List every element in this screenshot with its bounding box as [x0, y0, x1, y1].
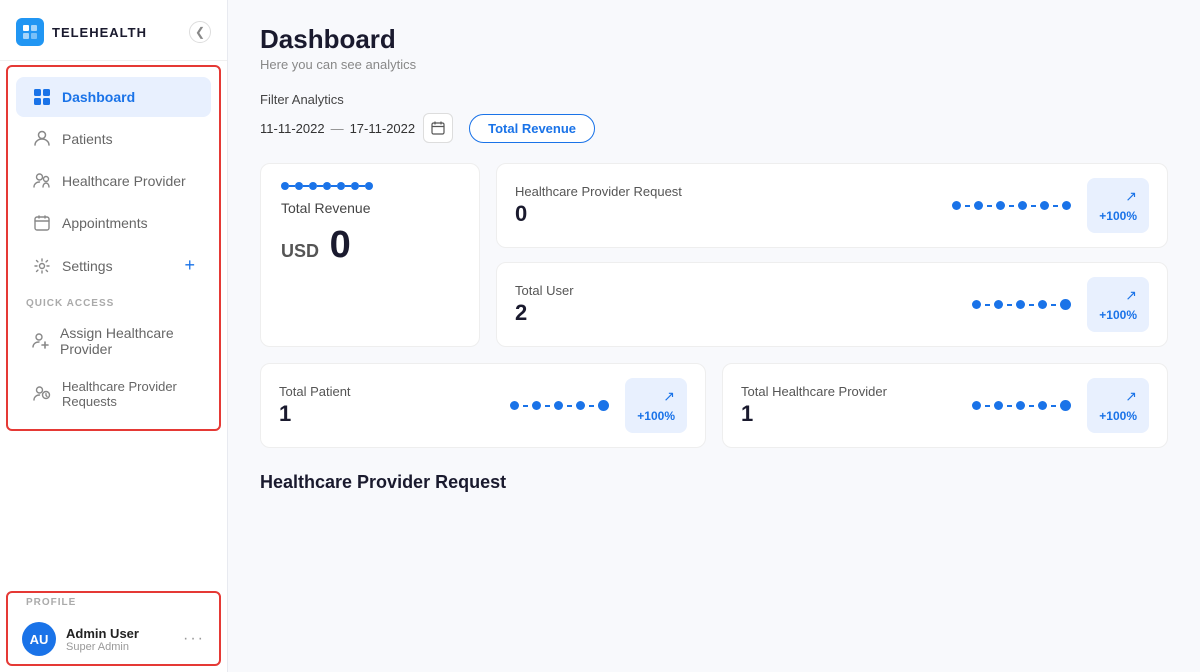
hp-request-value: 0	[515, 201, 940, 227]
sidebar-nav-highlight: Dashboard Patients	[6, 65, 221, 431]
total-user-label: Total User	[515, 283, 960, 298]
hp-request-card: Healthcare Provider Request 0 ↗ +100%	[496, 163, 1168, 248]
assign-hp-icon	[32, 331, 50, 351]
total-user-info: Total User 2	[515, 283, 960, 326]
quick-access-label: QUICK ACCESS	[8, 288, 219, 313]
sidebar-item-dashboard-label: Dashboard	[62, 89, 135, 105]
total-patient-trend-pct: +100%	[637, 409, 675, 423]
total-user-trend-box: ↗ +100%	[1087, 277, 1149, 332]
total-user-card: Total User 2 ↗ +100%	[496, 262, 1168, 347]
sidebar-collapse-button[interactable]: ❮	[189, 21, 211, 43]
profile-role: Super Admin	[66, 641, 173, 653]
total-revenue-card: Total Revenue USD 0	[260, 163, 480, 347]
bottom-section-title: Healthcare Provider Request	[260, 472, 1168, 493]
date-to: 17-11-2022	[350, 121, 416, 136]
settings-add-button[interactable]: +	[184, 255, 195, 276]
sidebar-item-settings-label: Settings	[62, 258, 113, 274]
total-patient-card: Total Patient 1 ↗ +100%	[260, 363, 706, 448]
hp-request-chart	[952, 201, 1071, 210]
hp-request-trend-arrow: ↗	[1125, 188, 1137, 205]
total-patient-info: Total Patient 1	[279, 384, 498, 427]
total-patient-trend-arrow: ↗	[663, 388, 675, 405]
profile-menu-dots[interactable]: ···	[183, 630, 205, 648]
profile-name: Admin User	[66, 626, 173, 641]
filter-bar: Filter Analytics 11-11-2022 — 17-11-2022…	[260, 92, 1168, 143]
sidebar-nav: Dashboard Patients	[8, 67, 219, 429]
calendar-icon-button[interactable]	[423, 113, 453, 143]
logo-text: TELEHEALTH	[52, 25, 147, 40]
hp-request-trend-pct: +100%	[1099, 209, 1137, 223]
sidebar-item-hp-label: Healthcare Provider	[62, 173, 186, 189]
healthcare-provider-icon	[32, 171, 52, 191]
hp-request-info: Healthcare Provider Request 0	[515, 184, 940, 227]
hp-requests-icon	[32, 384, 52, 404]
sidebar-item-patients-label: Patients	[62, 131, 113, 147]
profile-label: PROFILE	[8, 593, 219, 614]
logo-icon	[16, 18, 44, 46]
patients-icon	[32, 129, 52, 149]
stats-top-row: Total Revenue USD 0 Healthcare Provider …	[260, 163, 1168, 347]
sidebar-item-healthcare-provider[interactable]: Healthcare Provider	[16, 161, 211, 201]
total-hp-trend-box: ↗ +100%	[1087, 378, 1149, 433]
filter-row: 11-11-2022 — 17-11-2022 Total Revenue	[260, 113, 1168, 143]
sidebar-item-hp-requests[interactable]: Healthcare ProviderRequests	[16, 369, 211, 419]
sidebar: TELEHEALTH ❮ Dashboard	[0, 0, 228, 672]
date-from: 11-11-2022	[260, 121, 325, 136]
total-patient-trend-box: ↗ +100%	[625, 378, 687, 433]
total-patient-label: Total Patient	[279, 384, 498, 399]
sidebar-item-assign-hp-label: Assign Healthcare Provider	[60, 325, 195, 357]
logo-bar: TELEHEALTH ❮	[0, 0, 227, 61]
total-revenue-label: Total Revenue	[281, 200, 459, 216]
total-hp-info: Total Healthcare Provider 1	[741, 384, 960, 427]
sidebar-item-patients[interactable]: Patients	[16, 119, 211, 159]
total-hp-value: 1	[741, 401, 960, 427]
sidebar-item-hp-requests-label: Healthcare ProviderRequests	[62, 379, 177, 409]
total-user-trend-arrow: ↗	[1125, 287, 1137, 304]
main-content: Dashboard Here you can see analytics Fil…	[228, 0, 1200, 672]
settings-icon	[32, 256, 52, 276]
total-hp-card: Total Healthcare Provider 1 ↗ +100%	[722, 363, 1168, 448]
hp-request-label: Healthcare Provider Request	[515, 184, 940, 199]
sidebar-item-settings[interactable]: Settings +	[16, 245, 211, 286]
dashboard-icon	[32, 87, 52, 107]
profile-item[interactable]: AU Admin User Super Admin ···	[8, 614, 219, 664]
total-hp-trend-arrow: ↗	[1125, 388, 1137, 405]
filter-label: Filter Analytics	[260, 92, 1168, 107]
total-user-value: 2	[515, 300, 960, 326]
sidebar-item-dashboard[interactable]: Dashboard	[16, 77, 211, 117]
total-user-trend-pct: +100%	[1099, 308, 1137, 322]
profile-section-highlight: PROFILE AU Admin User Super Admin ···	[6, 591, 221, 666]
total-user-chart	[972, 299, 1071, 310]
total-revenue-filter-button[interactable]: Total Revenue	[469, 114, 595, 143]
total-hp-chart	[972, 400, 1071, 411]
profile-info: Admin User Super Admin	[66, 626, 173, 653]
right-stats: Healthcare Provider Request 0 ↗ +100%	[496, 163, 1168, 347]
appointments-icon	[32, 213, 52, 233]
page-title: Dashboard	[260, 24, 1168, 55]
total-patient-value: 1	[279, 401, 498, 427]
hp-request-trend-box: ↗ +100%	[1087, 178, 1149, 233]
date-separator: —	[331, 121, 344, 136]
sidebar-item-appointments[interactable]: Appointments	[16, 203, 211, 243]
usd-prefix: USD	[281, 241, 319, 261]
sidebar-item-assign-hp[interactable]: Assign Healthcare Provider	[16, 315, 211, 367]
total-patient-chart	[510, 400, 609, 411]
total-hp-label: Total Healthcare Provider	[741, 384, 960, 399]
sidebar-item-appointments-label: Appointments	[62, 215, 148, 231]
page-subtitle: Here you can see analytics	[260, 57, 1168, 72]
total-hp-trend-pct: +100%	[1099, 409, 1137, 423]
stats-bottom-row: Total Patient 1 ↗ +100% Total Healthcare…	[260, 363, 1168, 448]
date-range: 11-11-2022 — 17-11-2022	[260, 121, 415, 136]
avatar: AU	[22, 622, 56, 656]
total-revenue-value: USD 0	[281, 224, 459, 267]
